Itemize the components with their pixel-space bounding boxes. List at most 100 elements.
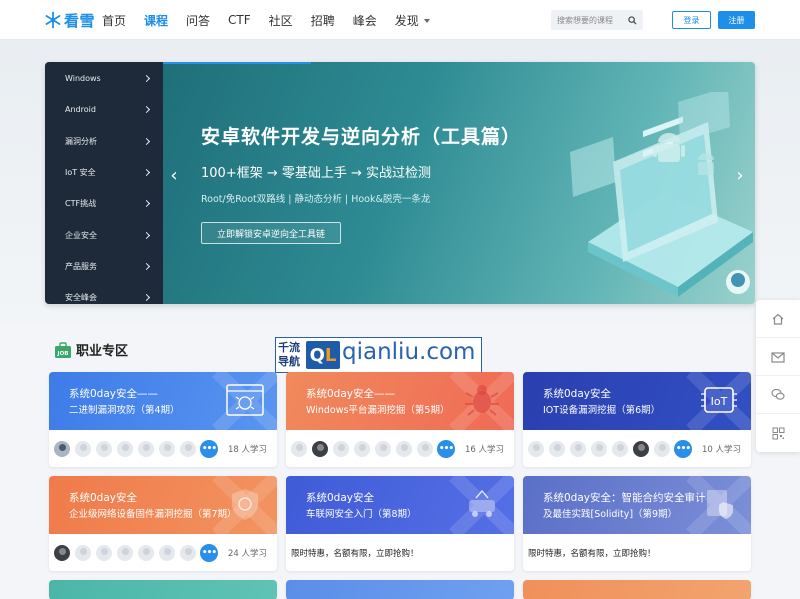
category-menu-item[interactable]: 安全峰会 <box>45 283 163 304</box>
bug-icon <box>462 382 502 418</box>
avatar[interactable] <box>374 439 392 458</box>
ad-badge-l: L <box>324 344 337 366</box>
category-menu-item[interactable]: 漏洞分析 <box>45 127 163 156</box>
course-card-header: 系统0day安全 企业级网络设备固件漏洞挖掘（第7期） <box>49 476 277 534</box>
site-logo[interactable]: 看雪 <box>44 10 95 30</box>
avatar[interactable] <box>137 543 155 562</box>
prev-slide-button[interactable]: ‹ <box>167 165 181 186</box>
ad-url: qianliu.com <box>342 339 476 365</box>
register-button[interactable]: 注册 <box>718 11 755 29</box>
course-card[interactable] <box>523 580 751 599</box>
nav-item[interactable]: 峰会 <box>353 12 377 29</box>
learner-count: 24 人学习 <box>227 549 267 559</box>
course-card-title: 系统0day安全—— <box>69 388 158 400</box>
category-menu-item[interactable]: 企业安全 <box>45 220 163 249</box>
course-card-header: 系统0day安全—— 二进制漏洞攻防（第4期） <box>49 372 277 430</box>
course-card[interactable] <box>286 580 514 599</box>
avatar[interactable] <box>590 439 608 458</box>
nav-item-label: CTF <box>228 13 251 27</box>
slide-cta-button[interactable]: 立即解锁安卓逆向全工具链 <box>201 222 341 244</box>
wechat-icon[interactable] <box>756 376 800 414</box>
course-card-footer: 限时特惠，名额有限，立即抢购！ <box>523 534 751 571</box>
ad-banner[interactable]: 千流导航 QL qianliu.com <box>275 337 482 373</box>
avatar[interactable] <box>53 439 71 458</box>
course-card[interactable]: 系统0day安全 IOT设备漏洞挖掘（第6期） IoT ••• 10 人学习 <box>523 372 751 467</box>
avatar[interactable] <box>179 543 197 562</box>
category-menu-item[interactable]: 产品服务 <box>45 252 163 281</box>
course-card[interactable]: 系统0day安全 企业级网络设备固件漏洞挖掘（第7期） ••• 24 人学习 <box>49 476 277 571</box>
avatar[interactable] <box>653 439 671 458</box>
more-learners-icon[interactable]: ••• <box>674 439 692 458</box>
nav-item[interactable]: 问答 <box>186 12 210 29</box>
course-card-title: 系统0day安全 <box>306 492 374 504</box>
course-card[interactable]: 系统0day安全：智能合约安全审计 及最佳实践[Solidity]（第9期） 限时特… <box>523 476 751 571</box>
course-card-footer: ••• 16 人学习 <box>286 430 514 467</box>
avatar[interactable] <box>416 439 434 458</box>
more-learners-icon[interactable]: ••• <box>200 543 218 562</box>
avatar[interactable] <box>158 543 176 562</box>
category-menu-label: Windows <box>65 74 101 84</box>
avatar[interactable] <box>53 543 71 562</box>
category-menu-item[interactable]: IoT 安全 <box>45 158 163 187</box>
course-card[interactable]: 系统0day安全 车联网安全入门（第8期） 限时特惠，名额有限，立即抢购！ <box>286 476 514 571</box>
avatar[interactable] <box>179 439 197 458</box>
avatar[interactable] <box>74 543 92 562</box>
bug-window-icon <box>225 382 265 418</box>
search-input[interactable] <box>551 10 623 30</box>
chevron-right-icon <box>142 231 151 239</box>
nav-item-label: 社区 <box>268 13 293 28</box>
chevron-right-icon <box>142 200 151 208</box>
avatar[interactable] <box>569 439 587 458</box>
category-menu-item[interactable]: Android <box>45 95 163 124</box>
qrcode-icon[interactable] <box>756 414 800 452</box>
course-card-subtitle: 及最佳实践[Solidity]（第9期） <box>543 509 678 520</box>
avatar[interactable] <box>290 439 308 458</box>
avatar[interactable] <box>611 439 629 458</box>
chevron-right-icon <box>142 168 151 177</box>
course-card[interactable]: 系统0day安全—— Windows平台漏洞挖掘（第5期） ••• 16 人学习 <box>286 372 514 467</box>
svg-text:IoT: IoT <box>711 395 728 408</box>
nav-item[interactable]: 课程 <box>144 12 168 29</box>
avatar[interactable] <box>527 439 545 458</box>
promo-text: 限时特惠，名额有限，立即抢购！ <box>528 549 656 559</box>
nav-item[interactable]: 发现 <box>395 12 430 29</box>
avatar[interactable] <box>353 439 371 458</box>
nav-item-label: 课程 <box>144 13 169 28</box>
mail-icon[interactable] <box>756 338 800 376</box>
avatar[interactable] <box>116 439 134 458</box>
avatar[interactable] <box>632 439 650 458</box>
avatar[interactable] <box>137 439 155 458</box>
avatar[interactable] <box>116 543 134 562</box>
avatar[interactable] <box>95 439 113 458</box>
course-card-title: 系统0day安全：智能合约安全审计 <box>543 492 706 504</box>
avatar[interactable] <box>74 439 92 458</box>
learner-count: 10 人学习 <box>701 445 741 455</box>
course-card[interactable]: 系统0day安全—— 二进制漏洞攻防（第4期） ••• 18 人学习 <box>49 372 277 467</box>
avatar[interactable] <box>548 439 566 458</box>
main-nav: 首页 课程 问答 CTF 社区 招聘 峰会 发现 <box>102 0 448 40</box>
more-learners-icon[interactable]: ••• <box>200 439 218 458</box>
more-learners-icon[interactable]: ••• <box>437 439 455 458</box>
search-icon[interactable] <box>623 10 641 30</box>
course-card-title: 系统0day安全—— <box>306 388 395 400</box>
avatar[interactable] <box>95 543 113 562</box>
category-menu-item[interactable]: Windows <box>45 64 163 93</box>
hero-banner: Windows Android 漏洞分析 IoT 安全 CTF挑战 企业安全产品服务 安全峰… <box>45 62 755 304</box>
nav-item[interactable]: 招聘 <box>311 12 335 29</box>
nav-item[interactable]: 首页 <box>102 12 126 29</box>
avatar[interactable] <box>311 439 329 458</box>
job-icon: JOB <box>54 341 72 359</box>
slide-title: 安卓软件开发与逆向分析（工具篇） <box>201 126 522 148</box>
course-card[interactable] <box>49 580 277 599</box>
nav-item[interactable]: 社区 <box>269 12 293 29</box>
login-button[interactable]: 登录 <box>672 11 711 29</box>
banner-slide[interactable]: 安卓软件开发与逆向分析（工具篇） 100+框架 → 零基础上手 → 实战过检测 … <box>163 62 755 304</box>
home-icon[interactable] <box>756 300 800 338</box>
avatar[interactable] <box>395 439 413 458</box>
category-menu-item[interactable]: CTF挑战 <box>45 189 163 218</box>
course-card-subtitle: IOT设备漏洞挖掘（第6期） <box>543 405 661 416</box>
nav-item[interactable]: CTF <box>228 13 251 27</box>
nav-item-label: 首页 <box>102 13 127 28</box>
avatar[interactable] <box>332 439 350 458</box>
avatar[interactable] <box>158 439 176 458</box>
